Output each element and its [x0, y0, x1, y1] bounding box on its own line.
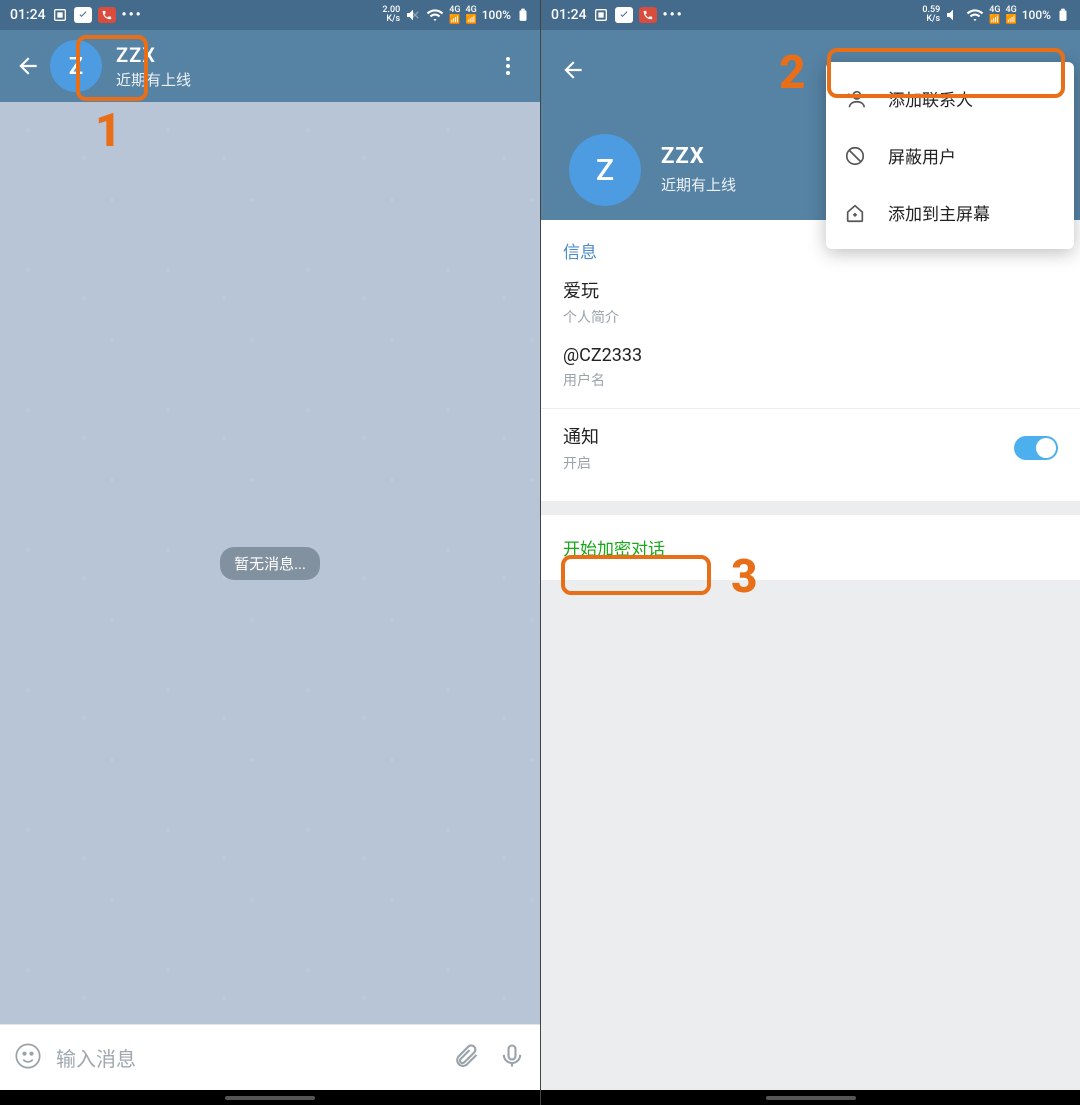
chat-avatar[interactable]: Z: [50, 40, 102, 92]
screenshot-icon: [52, 7, 68, 23]
empty-chat-label: 暂无消息...: [220, 547, 320, 580]
attach-button[interactable]: [452, 1042, 480, 1074]
back-button[interactable]: [12, 53, 44, 79]
start-secret-chat-label: 开始加密对话: [563, 540, 665, 560]
call-record-icon: [639, 7, 657, 23]
more-options-button[interactable]: [488, 46, 528, 86]
mute-icon: [945, 7, 961, 23]
wifi-icon: [426, 6, 444, 24]
back-button[interactable]: [553, 50, 593, 90]
voice-button[interactable]: [498, 1042, 526, 1074]
chat-contact-name: ZZX: [116, 43, 191, 67]
bio-label: 个人简介: [563, 307, 1058, 327]
menu-add-homescreen-label: 添加到主屏幕: [888, 200, 990, 225]
menu-add-contact[interactable]: 添加联系人: [826, 70, 1074, 127]
profile-body: 信息 爱玩 个人简介 @CZ2333 用户名 通知 开启 开始加密对话: [541, 220, 1080, 1090]
notifications-state: 开启: [563, 453, 599, 473]
wifi-icon: [966, 6, 984, 24]
username-value: @CZ2333: [563, 345, 1058, 366]
screen-profile: 01:24 ••• 0.59K/s 4G📶 4G📶 100%: [540, 0, 1080, 1105]
bio-field[interactable]: 爱玩 个人简介: [563, 277, 1058, 327]
signal-4g-sim2: 4G📶: [1005, 5, 1016, 25]
app-badge-icon: [74, 7, 92, 23]
screenshot-icon: [593, 7, 609, 23]
menu-block-user-label: 屏蔽用户: [888, 143, 956, 168]
call-record-icon: [98, 7, 116, 23]
chat-contact-status: 近期有上线: [116, 69, 191, 90]
bio-value: 爱玩: [563, 277, 1058, 303]
android-nav-bar: [541, 1090, 1080, 1105]
profile-status: 近期有上线: [661, 174, 736, 195]
emoji-button[interactable]: [14, 1042, 42, 1074]
menu-add-homescreen[interactable]: 添加到主屏幕: [826, 184, 1074, 241]
screen-chat: 01:24 ••• 2.00K/s 4G📶 4G📶 100%: [0, 0, 540, 1105]
battery-percent: 100%: [482, 8, 511, 22]
signal-4g-sim1: 4G📶: [449, 5, 460, 25]
battery-icon: [1056, 8, 1070, 22]
chat-messages-area[interactable]: 暂无消息...: [0, 102, 540, 1024]
start-secret-chat[interactable]: 开始加密对话: [541, 515, 1080, 580]
username-field[interactable]: @CZ2333 用户名: [563, 345, 1058, 390]
profile-name: ZZX: [661, 144, 705, 169]
status-time: 01:24: [10, 7, 46, 23]
network-speed: 2.00K/s: [382, 6, 400, 24]
notifications-title: 通知: [563, 423, 599, 449]
message-input[interactable]: 输入消息: [56, 1043, 452, 1072]
status-time: 01:24: [551, 7, 587, 23]
signal-4g-sim2: 4G📶: [465, 5, 476, 25]
profile-avatar[interactable]: Z: [569, 134, 641, 206]
notifications-row[interactable]: 通知 开启: [563, 423, 1058, 473]
network-speed: 0.59K/s: [922, 6, 940, 24]
profile-info-section: 信息 爱玩 个人简介 @CZ2333 用户名 通知 开启: [541, 220, 1080, 501]
signal-4g-sim1: 4G📶: [989, 5, 1000, 25]
message-input-bar: 输入消息: [0, 1024, 540, 1090]
more-status-icon: •••: [663, 7, 684, 23]
notifications-toggle[interactable]: [1014, 436, 1058, 460]
android-nav-bar: [0, 1090, 540, 1105]
more-status-icon: •••: [122, 7, 143, 23]
chat-header: Z ZZX 近期有上线: [0, 30, 540, 102]
overflow-menu: 添加联系人 屏蔽用户 添加到主屏幕: [826, 62, 1074, 249]
battery-icon: [516, 8, 530, 22]
divider: [541, 408, 1080, 409]
username-label: 用户名: [563, 370, 1058, 390]
mute-icon: [405, 7, 421, 23]
profile-header: Z ZZX 近期有上线 添加联系人 屏蔽用户 添加到主屏幕: [541, 30, 1080, 220]
chat-title-block[interactable]: ZZX 近期有上线: [116, 43, 191, 90]
app-badge-icon: [615, 7, 633, 23]
battery-percent: 100%: [1022, 8, 1051, 22]
status-bar: 01:24 ••• 2.00K/s 4G📶 4G📶 100%: [0, 0, 540, 30]
status-bar: 01:24 ••• 0.59K/s 4G📶 4G📶 100%: [541, 0, 1080, 30]
menu-add-contact-label: 添加联系人: [888, 86, 973, 111]
menu-block-user[interactable]: 屏蔽用户: [826, 127, 1074, 184]
